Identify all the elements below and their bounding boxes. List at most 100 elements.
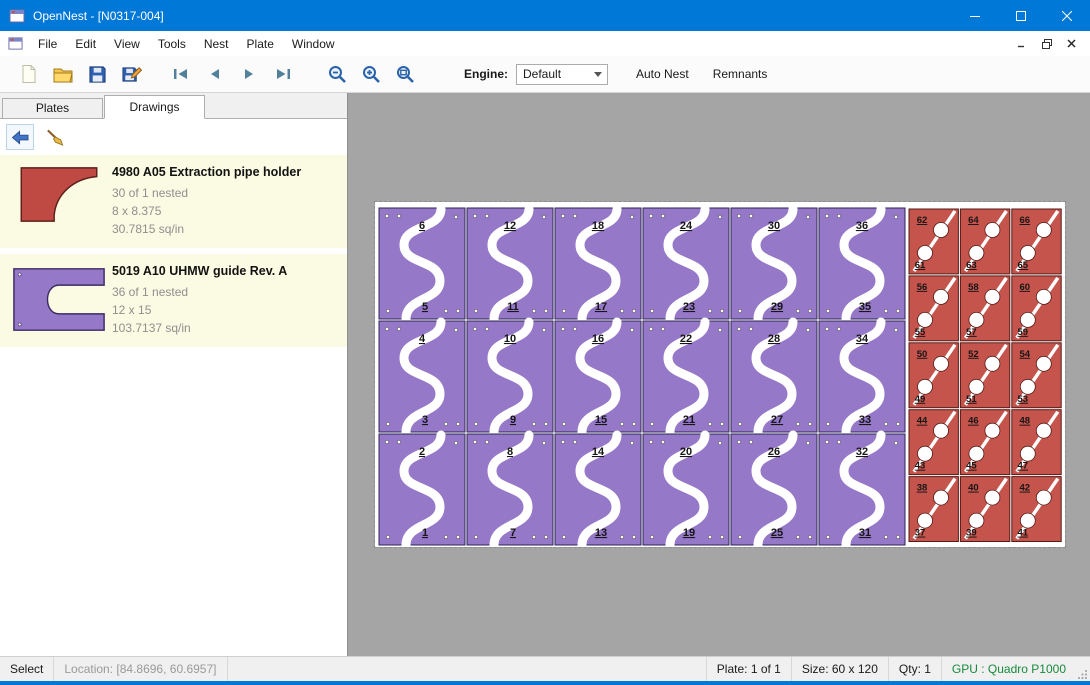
purple-part-pair[interactable]: 2625 — [731, 434, 817, 545]
status-size: Size: 60 x 120 — [791, 657, 888, 682]
svg-text:59: 59 — [1018, 327, 1029, 338]
nav-prev-button[interactable] — [200, 60, 230, 88]
nav-next-button[interactable] — [234, 60, 264, 88]
engine-select[interactable]: Default — [516, 64, 608, 85]
purple-part-pair[interactable]: 2019 — [643, 434, 729, 545]
purple-part-pair[interactable]: 87 — [467, 434, 553, 545]
red-part-pair[interactable]: 6463 — [960, 209, 1009, 274]
remnants-button[interactable]: Remnants — [705, 62, 776, 86]
zoom-out-button[interactable] — [322, 60, 352, 88]
menu-edit[interactable]: Edit — [66, 33, 105, 55]
part-thumbnail-purple — [6, 258, 112, 339]
tab-drawings[interactable]: Drawings — [104, 95, 205, 119]
red-part-pair[interactable]: 6261 — [909, 209, 958, 274]
clear-broom-button[interactable] — [40, 124, 68, 150]
svg-text:4: 4 — [419, 333, 426, 345]
minimize-button[interactable] — [952, 0, 998, 31]
menu-view[interactable]: View — [105, 33, 149, 55]
drawing-title: 4980 A05 Extraction pipe holder — [112, 165, 341, 179]
zoom-in-button[interactable] — [356, 60, 386, 88]
nest-canvas[interactable]: 6512111817242330293635431091615222128273… — [348, 93, 1090, 656]
purple-part-pair[interactable]: 1211 — [467, 208, 553, 319]
svg-text:46: 46 — [968, 416, 979, 427]
svg-text:48: 48 — [1020, 416, 1031, 427]
red-part-pair[interactable]: 5655 — [909, 276, 958, 341]
drawings-toolbar — [0, 119, 347, 155]
purple-part-pair[interactable]: 43 — [379, 321, 465, 432]
red-part-pair[interactable]: 4847 — [1012, 410, 1061, 475]
drawing-area: 30.7815 sq/in — [112, 222, 341, 236]
drawing-item[interactable]: 5019 A10 UHMW guide Rev. A 36 of 1 neste… — [0, 254, 347, 347]
purple-part-pair[interactable]: 65 — [379, 208, 465, 319]
red-part-pair[interactable]: 4443 — [909, 410, 958, 475]
red-part-pair[interactable]: 3837 — [909, 477, 958, 542]
nav-last-button[interactable] — [268, 60, 298, 88]
svg-text:12: 12 — [504, 220, 516, 232]
open-button[interactable] — [48, 60, 78, 88]
purple-part-pair[interactable]: 3231 — [819, 434, 905, 545]
assign-parts-button[interactable] — [6, 124, 34, 150]
purple-part-pair[interactable]: 14 13 — [555, 434, 641, 545]
app-window: OpenNest - [N0317-004] File Edit View To… — [0, 0, 1090, 685]
close-button[interactable] — [1044, 0, 1090, 31]
svg-text:1: 1 — [422, 527, 428, 539]
red-part-pair[interactable]: 6665 — [1012, 209, 1061, 274]
svg-text:50: 50 — [917, 349, 928, 360]
svg-text:15: 15 — [595, 414, 607, 426]
red-part-pair[interactable]: 6059 — [1012, 276, 1061, 341]
svg-text:35: 35 — [859, 301, 871, 313]
drawing-info: 5019 A10 UHMW guide Rev. A 36 of 1 neste… — [112, 258, 341, 339]
svg-text:41: 41 — [1018, 528, 1029, 539]
svg-text:54: 54 — [1020, 349, 1031, 360]
purple-part-pair[interactable]: 2423 — [643, 208, 729, 319]
mdi-restore-button[interactable] — [1036, 34, 1057, 53]
red-part-pair[interactable]: 5049 — [909, 343, 958, 408]
menu-plate[interactable]: Plate — [238, 33, 283, 55]
svg-text:33: 33 — [859, 414, 871, 426]
svg-text:14: 14 — [592, 446, 605, 458]
mdi-minimize-button[interactable] — [1011, 34, 1032, 53]
tab-plates[interactable]: Plates — [2, 98, 103, 118]
svg-text:62: 62 — [917, 215, 928, 226]
red-part-pair[interactable]: 4039 — [960, 477, 1009, 542]
status-qty: Qty: 1 — [888, 657, 941, 682]
new-button[interactable] — [14, 60, 44, 88]
red-part-pair[interactable]: 5453 — [1012, 343, 1061, 408]
auto-nest-button[interactable]: Auto Nest — [628, 62, 697, 86]
svg-text:34: 34 — [856, 333, 869, 345]
purple-part-pair[interactable]: 3029 — [731, 208, 817, 319]
zoom-fit-button[interactable] — [390, 60, 420, 88]
menu-nest[interactable]: Nest — [195, 33, 238, 55]
svg-text:13: 13 — [595, 527, 607, 539]
svg-text:65: 65 — [1018, 260, 1029, 271]
purple-part-pair[interactable]: 21 — [379, 434, 465, 545]
main-toolbar: Engine: Default Auto Nest Remnants — [0, 56, 1090, 93]
purple-part-pair[interactable]: 1615 — [555, 321, 641, 432]
purple-part-pair[interactable]: 36 35 — [819, 208, 905, 319]
drawing-item[interactable]: 4980 A05 Extraction pipe holder 30 of 1 … — [0, 155, 347, 248]
mdi-close-button[interactable] — [1061, 34, 1082, 53]
menu-file[interactable]: File — [29, 33, 66, 55]
red-part-pair[interactable]: 5251 — [960, 343, 1009, 408]
purple-part-pair[interactable]: 109 — [467, 321, 553, 432]
app-icon — [9, 8, 25, 24]
svg-text:36: 36 — [856, 220, 868, 232]
purple-part-pair[interactable]: 34 33 — [819, 321, 905, 432]
purple-part-pair[interactable]: 2221 — [643, 321, 729, 432]
save-as-button[interactable] — [116, 60, 146, 88]
purple-part-pair[interactable]: 1817 — [555, 208, 641, 319]
maximize-button[interactable] — [998, 0, 1044, 31]
menu-tools[interactable]: Tools — [149, 33, 195, 55]
menu-window[interactable]: Window — [283, 33, 344, 55]
red-part-pair[interactable]: 5857 — [960, 276, 1009, 341]
svg-text:16: 16 — [592, 333, 604, 345]
svg-text:10: 10 — [504, 333, 516, 345]
red-part-pair[interactable]: 4241 — [1012, 477, 1061, 542]
save-button[interactable] — [82, 60, 112, 88]
purple-part-pair[interactable]: 2827 — [731, 321, 817, 432]
drawing-title: 5019 A10 UHMW guide Rev. A — [112, 264, 341, 278]
nav-first-button[interactable] — [166, 60, 196, 88]
red-part-pair[interactable]: 4645 — [960, 410, 1009, 475]
plate[interactable]: 6512111817242330293635431091615222128273… — [375, 202, 1065, 547]
resize-grip[interactable] — [1076, 657, 1090, 682]
